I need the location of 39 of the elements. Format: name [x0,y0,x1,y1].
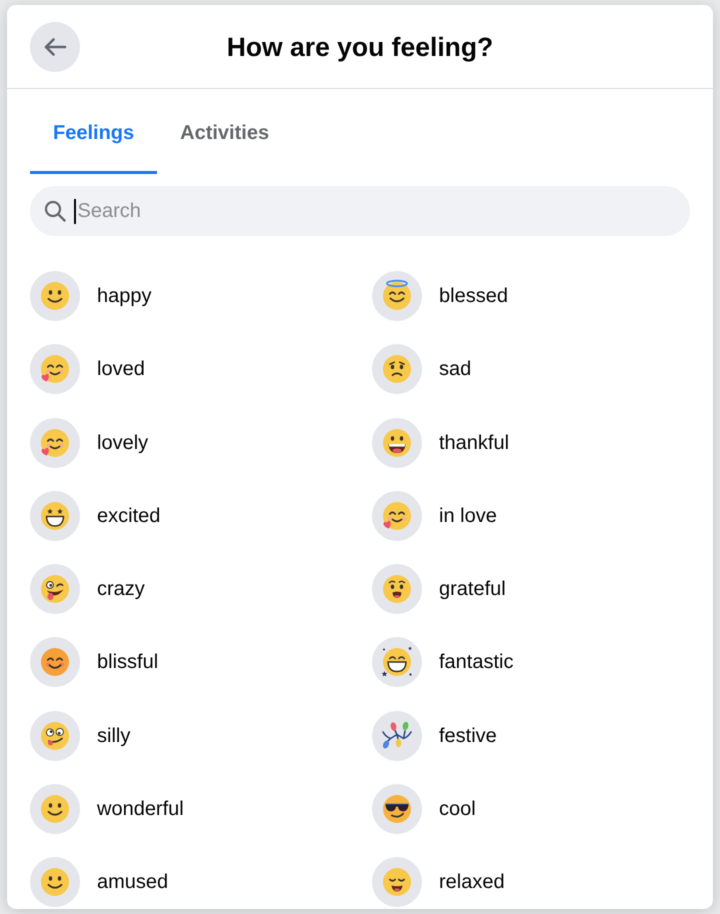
raised-brows-face-icon [372,564,422,614]
feeling-option[interactable]: fantastic [372,637,514,688]
feeling-option[interactable]: thankful [372,418,510,468]
feeling-option[interactable]: excited [30,490,160,541]
feeling-option[interactable]: festive [372,710,497,761]
blushing-face-icon [30,637,80,688]
tab[interactable]: Activities [157,105,292,174]
feeling-option[interactable]: silly [30,710,130,761]
halo-face-icon [372,271,422,321]
star-eyed-face-icon [30,490,80,541]
feeling-option[interactable]: cool [372,784,476,834]
feeling-option[interactable]: relaxed [372,857,505,908]
smiling-face-icon [30,271,80,321]
feeling-option[interactable]: in love [372,490,497,541]
smiling-face-icon [30,784,80,834]
tab[interactable]: Feelings [30,105,158,174]
goofy-face-icon [30,710,80,761]
feeling-option[interactable]: blissful [30,637,158,688]
feeling-option[interactable]: sad [372,344,472,394]
back-arrow-icon [43,36,67,56]
back-button[interactable] [30,22,80,72]
grinning-face-icon [372,418,422,468]
feeling-option[interactable]: blessed [372,271,508,321]
string-lights-icon [372,710,422,761]
feeling-option[interactable]: lovely [30,418,148,468]
sad-face-icon [372,344,422,394]
relieved-face-icon [372,857,422,908]
smiling-face-icon [30,857,80,908]
laughing-face-with-stars-icon [372,637,422,688]
feeling-option[interactable]: loved [30,344,145,394]
dialog-title: How are you feeling? [226,30,494,62]
feeling-option[interactable]: wonderful [30,784,184,834]
feeling-option[interactable]: crazy [30,564,145,614]
sunglasses-face-icon [372,784,422,834]
feeling-option[interactable]: amused [30,857,168,908]
winking-tongue-face-icon [30,564,80,614]
search-icon [44,200,66,222]
feeling-option[interactable]: grateful [372,564,506,614]
feeling-option[interactable]: happy [30,271,152,321]
